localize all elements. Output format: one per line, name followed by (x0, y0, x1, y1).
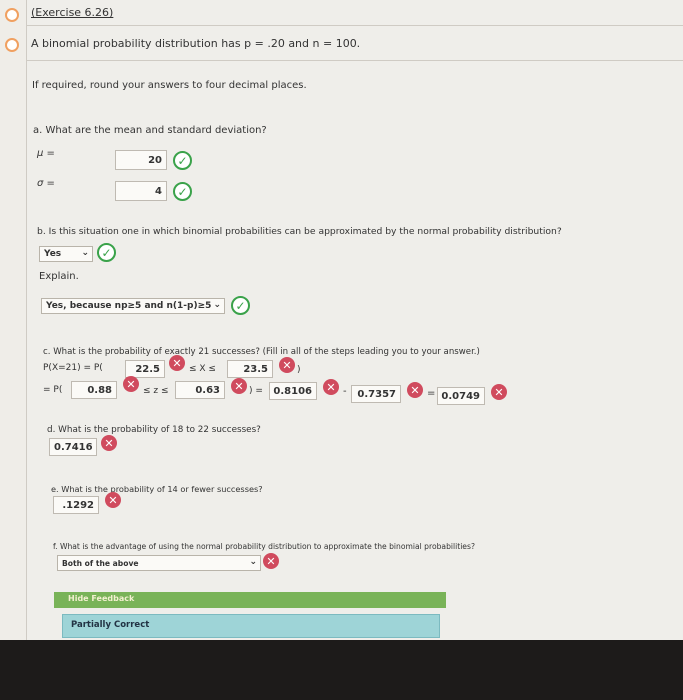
part-c-question: c. What is the probability of exactly 21… (43, 347, 480, 357)
close-paren: ) (297, 365, 301, 375)
cross-icon: ✕ (263, 553, 279, 569)
yes-no-select[interactable]: Yes ⌄ (39, 246, 93, 262)
sigma-input[interactable]: 4 (115, 181, 167, 201)
cross-icon: ✕ (169, 355, 185, 371)
question-panel: (Exercise 6.26) A binomial probability d… (27, 0, 683, 640)
result-input[interactable]: 0.0749 (437, 387, 485, 405)
lower-z-input[interactable]: 0.88 (71, 381, 117, 399)
sigma-label: σ = (37, 178, 55, 189)
left-rail (0, 0, 27, 700)
chevron-down-icon: ⌄ (81, 248, 89, 258)
part-f-question: f. What is the advantage of using the no… (53, 542, 475, 551)
mu-label: μ = (37, 148, 55, 159)
part-e-input[interactable]: .1292 (53, 496, 99, 514)
radio-option[interactable] (5, 38, 19, 52)
mu-input[interactable]: 20 (115, 150, 167, 170)
x-inequality: ≤ X ≤ (189, 364, 216, 374)
p2-input[interactable]: 0.7357 (351, 385, 401, 403)
check-icon: ✓ (173, 151, 192, 170)
chevron-down-icon: ⌄ (249, 557, 257, 567)
check-icon: ✓ (97, 243, 116, 262)
select-value: Yes (44, 249, 62, 259)
feedback-panel: Partially Correct (62, 614, 440, 638)
part-a-question: a. What are the mean and standard deviat… (33, 125, 267, 136)
problem-statement: A binomial probability distribution has … (31, 37, 361, 50)
explain-select[interactable]: Yes, because np≥5 and n(1-p)≥5 ⌄ (41, 298, 225, 314)
p1-input[interactable]: 0.8106 (269, 382, 317, 400)
check-icon: ✓ (231, 296, 250, 315)
cross-icon: ✕ (491, 384, 507, 400)
minus-sign: - (343, 386, 347, 397)
part-f-select[interactable]: Both of the above ⌄ (57, 555, 261, 571)
pz-prefix: = P( (43, 385, 63, 395)
equals-sign: = (427, 388, 436, 399)
divider (27, 25, 683, 26)
cross-icon: ✕ (231, 378, 247, 394)
part-d-input[interactable]: 0.7416 (49, 438, 97, 456)
z-inequality: ≤ z ≤ (143, 386, 169, 396)
select-value: Both of the above (62, 558, 139, 568)
upper-x-input[interactable]: 23.5 (227, 360, 273, 378)
rounding-instruction: If required, round your answers to four … (32, 80, 307, 91)
divider (27, 60, 683, 61)
explain-label: Explain. (39, 271, 79, 282)
exercise-title[interactable]: (Exercise 6.26) (31, 6, 113, 19)
part-b-question: b. Is this situation one in which binomi… (37, 226, 562, 237)
cross-icon: ✕ (279, 357, 295, 373)
feedback-status: Partially Correct (71, 620, 150, 630)
chevron-down-icon: ⌄ (213, 300, 221, 310)
cross-icon: ✕ (407, 382, 423, 398)
cross-icon: ✕ (105, 492, 121, 508)
cross-icon: ✕ (101, 435, 117, 451)
hide-feedback-link[interactable]: Hide Feedback (68, 594, 134, 603)
cross-icon: ✕ (323, 379, 339, 395)
feedback-bar[interactable]: Hide Feedback (54, 592, 446, 608)
part-e-question: e. What is the probability of 14 or fewe… (51, 484, 263, 494)
cross-icon: ✕ (123, 376, 139, 392)
equals: ) = (249, 386, 263, 396)
dark-background (0, 640, 683, 700)
select-value: Yes, because np≥5 and n(1-p)≥5 (46, 301, 212, 311)
part-d-question: d. What is the probability of 18 to 22 s… (47, 425, 261, 435)
upper-z-input[interactable]: 0.63 (175, 381, 225, 399)
pxeq-prefix: P(X=21) = P( (43, 363, 103, 373)
check-icon: ✓ (173, 182, 192, 201)
radio-option[interactable] (5, 8, 19, 22)
